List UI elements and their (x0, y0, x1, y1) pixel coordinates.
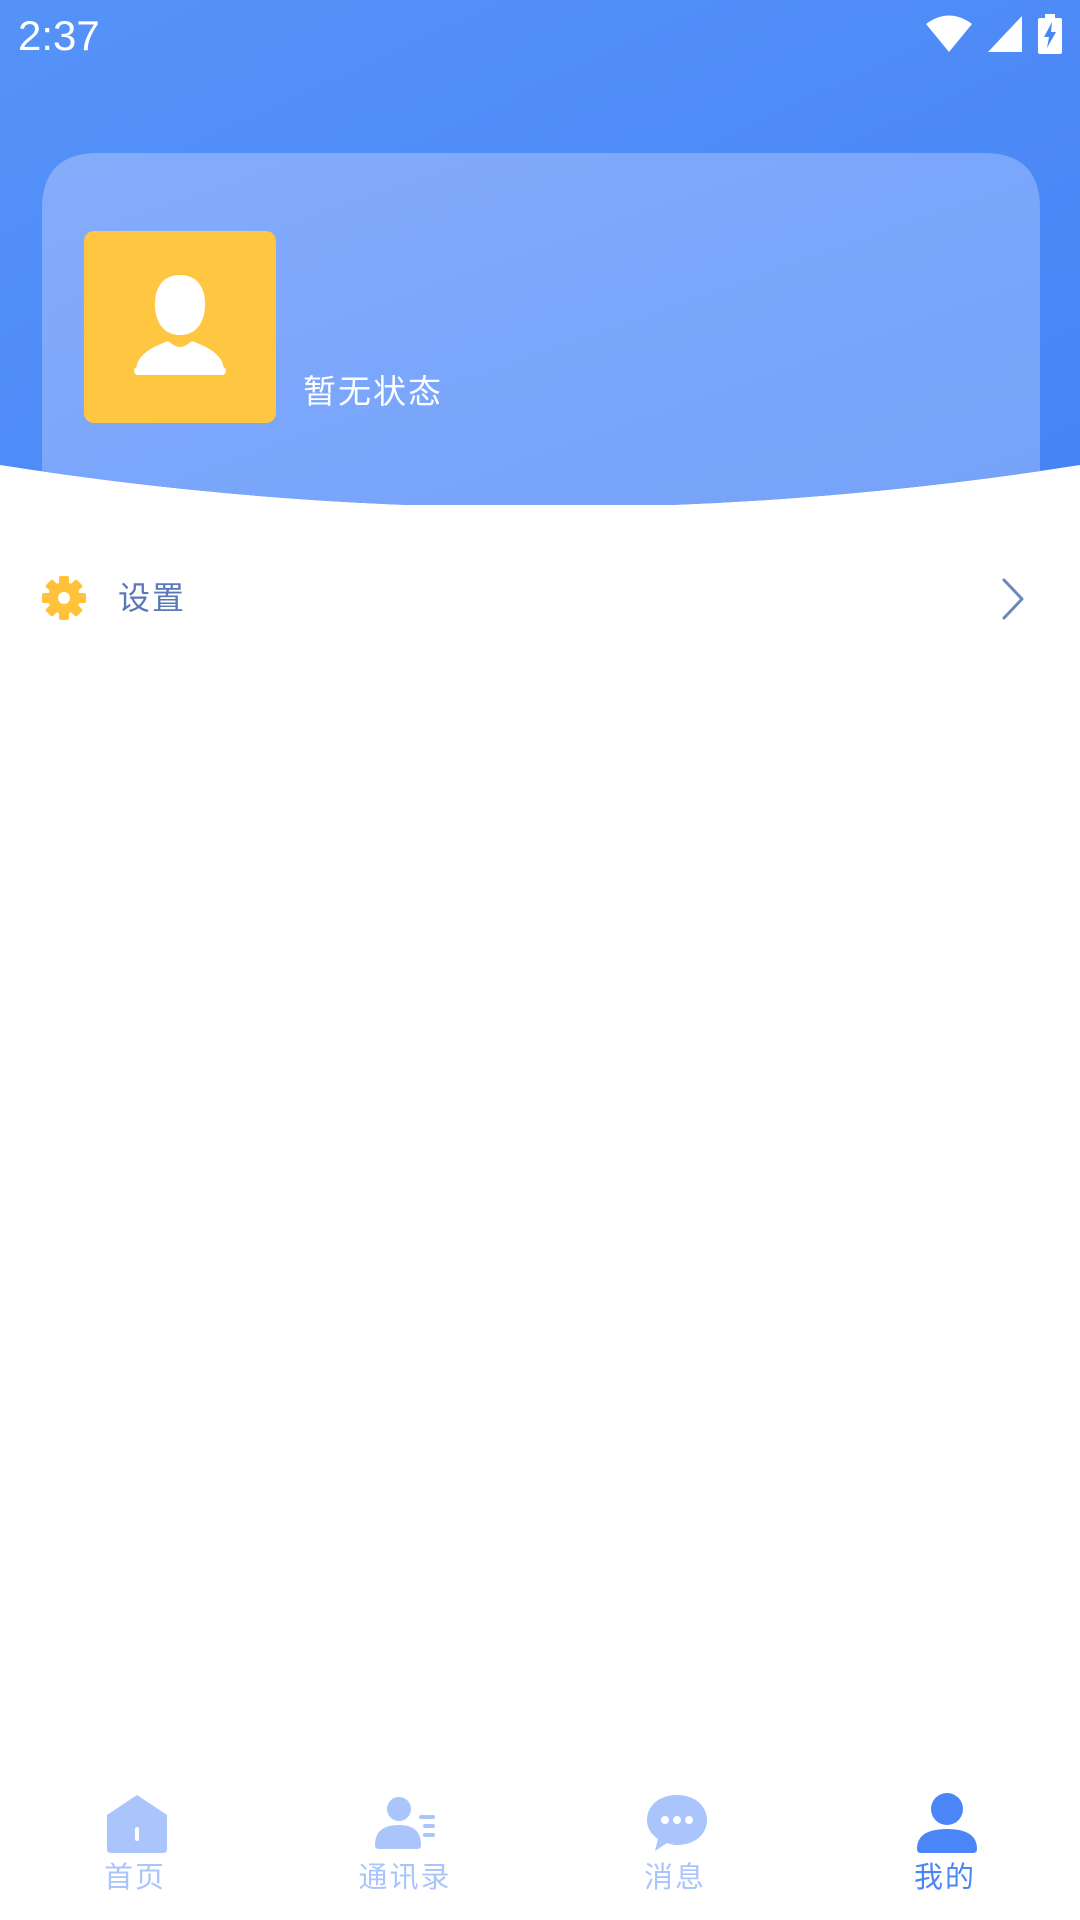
chevron-right-icon (1002, 578, 1024, 620)
status-icons (926, 14, 1062, 58)
battery-charging-icon (1038, 14, 1062, 58)
profile-status-text: 暂无状态 (303, 372, 443, 411)
nav-item-contacts[interactable]: 通讯录 (270, 1775, 540, 1920)
bottom-nav: 首页 通讯录 消息 我的 (0, 1775, 1080, 1920)
cellular-signal-icon (988, 16, 1022, 56)
nav-item-mine[interactable]: 我的 (810, 1775, 1080, 1920)
avatar[interactable] (84, 231, 276, 423)
gear-icon (42, 576, 86, 620)
default-avatar-icon (134, 275, 226, 375)
nav-item-home[interactable]: 首页 (0, 1775, 270, 1920)
wifi-icon (926, 15, 972, 57)
profile-screen: 2:37 暂无状态 设置 首页 通讯录 消息 我的 (0, 0, 1080, 1920)
nav-label-messages: 消息 (643, 1860, 706, 1894)
nav-label-home: 首页 (103, 1860, 166, 1894)
nav-item-messages[interactable]: 消息 (540, 1775, 810, 1920)
menu-item-label: 设置 (118, 579, 187, 617)
contacts-icon (375, 1797, 435, 1849)
nav-label-contacts: 通讯录 (358, 1860, 452, 1894)
nav-label-mine: 我的 (913, 1860, 976, 1894)
menu-item-settings[interactable]: 设置 (0, 558, 1080, 640)
home-icon (107, 1795, 167, 1853)
status-bar: 2:37 (0, 0, 1080, 72)
status-time: 2:37 (18, 12, 100, 59)
profile-icon (917, 1793, 977, 1853)
chat-bubble-icon (647, 1795, 707, 1851)
